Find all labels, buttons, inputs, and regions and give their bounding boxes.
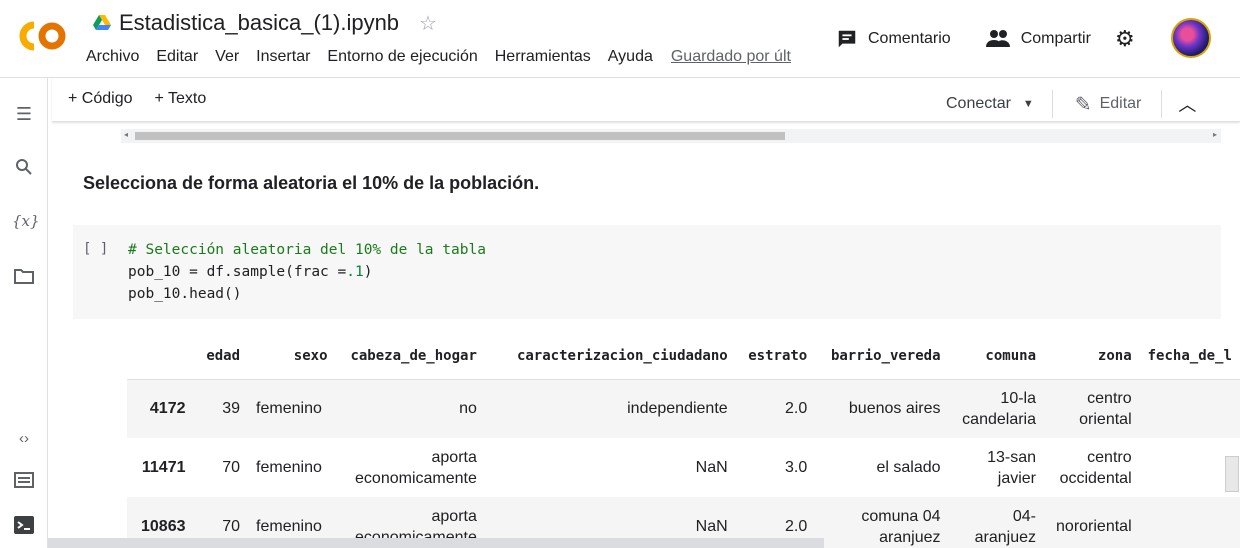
connect-label: Conectar <box>946 95 1011 112</box>
menu-bar: Archivo Editar Ver Insertar Entorno de e… <box>86 48 812 66</box>
code-line: pob_10 = df.sample(frac = <box>128 264 347 280</box>
bottom-horizontal-scrollbar[interactable] <box>48 538 824 548</box>
table-cell: femenino <box>256 459 322 476</box>
scroll-right-arrow-icon[interactable]: ▸ <box>1213 130 1217 139</box>
top-bar: Estadistica_basica_(1).ipynb ☆ Archivo E… <box>0 0 1240 78</box>
menu-ayuda[interactable]: Ayuda <box>608 48 653 66</box>
comment-button[interactable]: Comentario <box>836 28 951 50</box>
menu-entorno[interactable]: Entorno de ejecución <box>327 48 477 66</box>
run-cell-button[interactable]: [ ] <box>83 241 108 257</box>
table-cell: comuna 04 aranjuez <box>861 507 941 546</box>
table-cell: femenino <box>256 400 322 418</box>
table-cell: buenos aires <box>848 400 941 418</box>
pencil-icon: ✎ <box>1074 93 1092 116</box>
colab-logo[interactable] <box>14 18 70 54</box>
scrollbar-thumb[interactable] <box>135 132 785 140</box>
table-cell: nororiental <box>1056 518 1132 535</box>
column-header <box>127 333 194 380</box>
comment-label: Comentario <box>868 30 951 47</box>
chevron-down-icon: ▼ <box>1022 98 1034 110</box>
people-icon <box>985 30 1010 47</box>
table-cell <box>1140 379 1240 438</box>
divider <box>1161 90 1163 118</box>
edit-label: Editar <box>1099 95 1142 112</box>
code-snippets-icon[interactable]: ‹› <box>12 430 36 454</box>
table-cell <box>1140 497 1240 548</box>
dataframe-output: edad sexo cabeza_de_hogar caracterizacio… <box>127 333 1240 548</box>
menu-editar[interactable]: Editar <box>156 48 198 66</box>
table-cell: 39 <box>222 400 241 418</box>
google-drive-icon <box>93 15 111 30</box>
notebook-title-bar: Estadistica_basica_(1).ipynb ☆ <box>93 10 437 36</box>
gear-icon[interactable]: ⚙ <box>1115 26 1135 52</box>
table-header-row: edad sexo cabeza_de_hogar caracterizacio… <box>127 333 1240 380</box>
column-header: cabeza_de_hogar <box>335 333 485 380</box>
collapse-chevron-up-icon[interactable]: ︿ <box>1178 91 1196 117</box>
notebook-content: ◂ ▸ Selecciona de forma aleatoria el 10%… <box>49 123 1240 548</box>
add-code-button[interactable]: + Código <box>68 90 133 108</box>
column-header: sexo <box>248 333 336 380</box>
column-header: edad <box>193 333 249 380</box>
share-button[interactable]: Compartir <box>985 29 1091 49</box>
column-header: comuna <box>948 333 1044 380</box>
menu-herramientas[interactable]: Herramientas <box>495 48 591 66</box>
table-cell: centro occidental <box>1059 448 1132 487</box>
table-row: 11471 70 femenino aporta economicamente … <box>127 438 1240 497</box>
table-cell: NaN <box>695 459 728 476</box>
folder-icon[interactable] <box>12 268 36 292</box>
menu-archivo[interactable]: Archivo <box>86 48 139 66</box>
notebook-title[interactable]: Estadistica_basica_(1).ipynb <box>119 10 399 36</box>
search-icon[interactable] <box>12 158 36 182</box>
code-editor[interactable]: # Selección aleatoria del 10% de la tabl… <box>128 239 486 305</box>
table-cell: 3.0 <box>785 459 808 476</box>
variables-icon[interactable]: {x} <box>12 212 40 236</box>
column-header: fecha_de_l <box>1139 333 1240 380</box>
share-label: Compartir <box>1020 30 1091 47</box>
avatar[interactable] <box>1171 18 1211 58</box>
table-cell: 04-aranjuez <box>974 507 1036 546</box>
menu-insertar[interactable]: Insertar <box>256 48 310 66</box>
table-cell: el salado <box>876 459 941 476</box>
star-icon[interactable]: ☆ <box>419 11 437 36</box>
top-actions: Comentario Compartir ⚙ <box>836 26 1135 52</box>
comment-icon <box>838 30 856 48</box>
output-horizontal-scrollbar[interactable]: ◂ ▸ <box>121 129 1221 143</box>
table-cell: independiente <box>627 400 728 418</box>
table-cell: centro oriental <box>1079 389 1132 428</box>
table-cell: 2.0 <box>785 400 808 418</box>
menu-ver[interactable]: Ver <box>215 48 239 66</box>
table-cell: 70 <box>222 459 241 476</box>
table-of-contents-icon[interactable]: ☰ <box>12 104 36 128</box>
code-cell[interactable]: [ ] # Selección aleatoria del 10% de la … <box>73 225 1221 319</box>
code-line: pob_10.head() <box>128 286 242 302</box>
column-header: caracterizacion_ciudadano <box>484 333 736 380</box>
divider <box>1051 90 1053 118</box>
notebook-toolbar: + Código + Texto Conectar ▼ ✎ Editar ︿ <box>52 78 1240 122</box>
table-row: 4172 39 femenino no independiente 2.0 bu… <box>127 379 1240 438</box>
vertical-scrollbar-thumb[interactable] <box>1225 456 1239 492</box>
row-index: 11471 <box>141 459 186 476</box>
table-cell: 10-la candelaria <box>962 389 1036 428</box>
column-header: zona <box>1044 333 1140 380</box>
code-comment: # Selección aleatoria del 10% de la tabl… <box>128 242 486 258</box>
code-line: ) <box>363 264 373 280</box>
scroll-left-arrow-icon[interactable]: ◂ <box>124 130 128 139</box>
command-palette-icon[interactable] <box>12 472 36 496</box>
edit-button[interactable]: ✎ Editar <box>1075 92 1142 117</box>
table-cell: 13-san javier <box>987 448 1036 487</box>
column-header: barrio_vereda <box>815 333 949 380</box>
table-cell: aporta economicamente <box>355 448 477 487</box>
column-header: estrato <box>735 333 816 380</box>
add-text-button[interactable]: + Texto <box>155 90 207 108</box>
terminal-icon[interactable] <box>12 516 36 540</box>
table-cell: no <box>459 400 477 418</box>
text-cell-heading: Selecciona de forma aleatoria el 10% de … <box>83 173 540 193</box>
connect-button[interactable]: Conectar ▼ <box>946 95 1034 113</box>
left-sidebar: ☰ {x} ‹› <box>0 78 48 548</box>
code-number: .1 <box>346 264 364 280</box>
row-index: 4172 <box>149 400 186 418</box>
saved-status-link[interactable]: Guardado por últ <box>671 48 795 66</box>
